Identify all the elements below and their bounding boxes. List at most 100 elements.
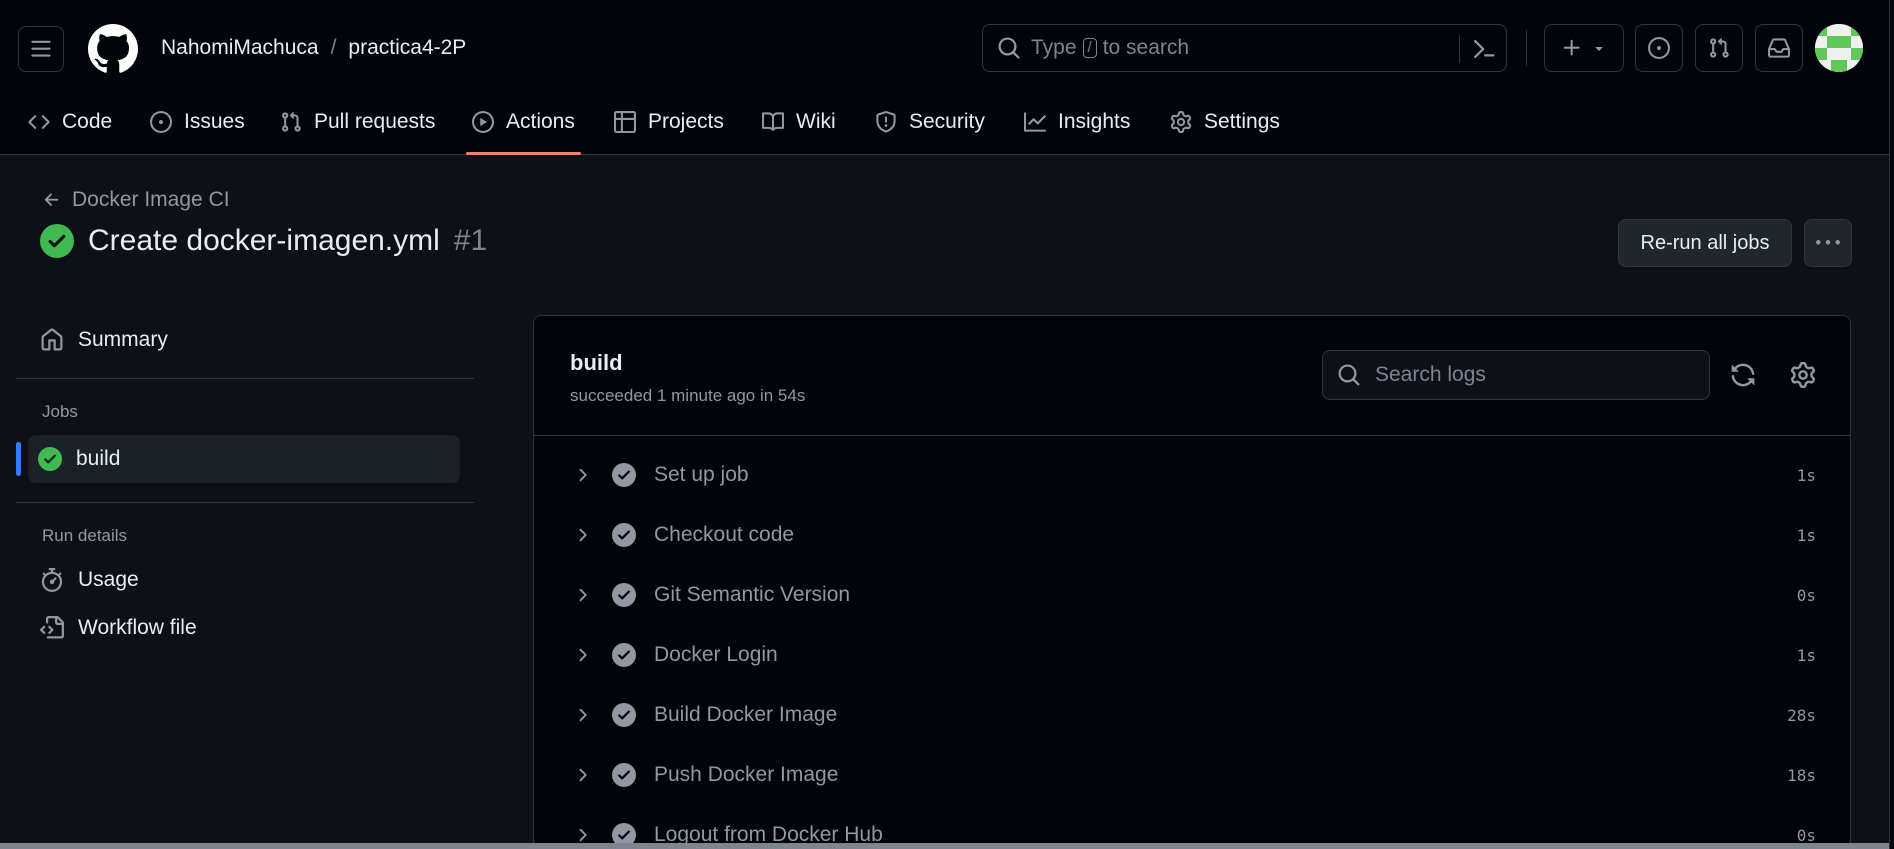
rerun-all-jobs-button[interactable]: Re-run all jobs [1618, 219, 1792, 267]
job-step-row[interactable]: Checkout code 1s [534, 505, 1850, 565]
repo-tabs: Code Issues Pull requests Actions Projec… [0, 98, 1889, 155]
tab-wiki[interactable]: Wiki [748, 98, 850, 146]
sync-icon[interactable] [1730, 362, 1756, 388]
chevron-right-icon [579, 528, 587, 542]
step-duration: 1s [1796, 645, 1816, 665]
tab-security[interactable]: Security [861, 98, 999, 146]
global-search-input[interactable]: Type / to search [982, 24, 1507, 72]
tab-insights[interactable]: Insights [1010, 98, 1144, 146]
owner-link[interactable]: NahomiMachuca [161, 36, 319, 60]
sidebar-item-usage[interactable]: Usage [30, 556, 460, 604]
step-name: Git Semantic Version [654, 583, 851, 606]
job-header: build succeeded 1 minute ago in 54s Sear… [534, 316, 1850, 436]
tab-actions[interactable]: Actions [458, 98, 589, 155]
menu-button[interactable] [18, 26, 64, 72]
stopwatch-icon [41, 568, 63, 592]
search-shortcut-key: / [1082, 38, 1097, 58]
tab-label: Code [62, 110, 113, 133]
check-circle-fill-icon [612, 763, 636, 787]
tab-code[interactable]: Code [14, 98, 126, 146]
arrow-left-icon [44, 193, 59, 206]
code-icon [28, 115, 50, 129]
check-circle-fill-icon [612, 583, 636, 607]
home-icon [41, 328, 63, 351]
run-title-row: Create docker-imagen.yml #1 [40, 224, 487, 258]
step-name: Push Docker Image [654, 763, 839, 786]
tab-label: Settings [1204, 110, 1280, 133]
tab-issues[interactable]: Issues [136, 98, 259, 146]
step-duration: 28s [1787, 705, 1816, 725]
search-icon [1338, 364, 1360, 386]
step-name: Set up job [654, 463, 749, 486]
your-issues-button[interactable] [1635, 24, 1683, 72]
tab-pull-requests[interactable]: Pull requests [266, 98, 449, 146]
sidebar-item-build[interactable]: build [28, 435, 460, 483]
job-step-row[interactable]: Git Semantic Version 0s [534, 565, 1850, 625]
search-logs-input[interactable]: Search logs [1322, 350, 1710, 400]
check-circle-fill-icon [612, 463, 636, 487]
command-palette-icon[interactable] [1472, 37, 1496, 61]
chevron-right-icon [579, 708, 587, 722]
gear-icon[interactable] [1790, 362, 1816, 388]
search-prefix: Type [1031, 36, 1077, 59]
step-duration: 1s [1796, 465, 1816, 485]
git-pull-request-icon [1710, 37, 1729, 58]
hamburger-icon [31, 40, 51, 57]
user-avatar[interactable] [1815, 24, 1863, 72]
check-circle-fill-icon [40, 224, 74, 258]
scrollbar[interactable] [1889, 0, 1894, 849]
tab-label: Actions [506, 110, 575, 133]
kebab-horizontal-icon [1816, 240, 1840, 245]
search-suffix: to search [1102, 36, 1190, 59]
step-name: Build Docker Image [654, 703, 838, 726]
sidebar-divider [16, 502, 474, 503]
chevron-right-icon [579, 588, 587, 602]
file-code-icon [40, 616, 64, 639]
sidebar-item-summary[interactable]: Summary [30, 316, 460, 364]
job-title: build [570, 350, 623, 375]
create-new-button[interactable] [1544, 24, 1624, 72]
tab-label: Pull requests [314, 110, 436, 133]
job-step-row[interactable]: Build Docker Image 28s [534, 685, 1850, 745]
search-placeholder: Search logs [1375, 363, 1486, 386]
inbox-icon [1768, 38, 1790, 58]
chevron-right-icon [579, 468, 587, 482]
your-pull-requests-button[interactable] [1695, 24, 1743, 72]
sidebar-item-workflow-file[interactable]: Workflow file [30, 604, 460, 652]
notifications-button[interactable] [1755, 24, 1803, 72]
github-logo-icon[interactable] [88, 24, 138, 74]
job-step-row[interactable]: Set up job 1s [534, 445, 1850, 505]
sidebar-item-label: Usage [78, 568, 139, 591]
step-duration: 0s [1796, 585, 1816, 605]
job-step-row[interactable]: Docker Login 1s [534, 625, 1850, 685]
more-options-button[interactable] [1804, 219, 1852, 267]
back-to-workflow-link[interactable]: Docker Image CI [42, 188, 230, 212]
check-circle-fill-icon [612, 523, 636, 547]
tab-settings[interactable]: Settings [1156, 98, 1294, 146]
tab-label: Security [909, 110, 985, 133]
issue-opened-icon [150, 111, 172, 133]
gear-icon [1170, 111, 1192, 133]
book-icon [762, 112, 784, 131]
play-icon [472, 111, 494, 133]
graph-icon [1024, 112, 1046, 132]
chevron-right-icon [579, 768, 587, 782]
tab-projects[interactable]: Projects [600, 98, 738, 146]
step-name: Checkout code [654, 523, 795, 546]
run-details-heading: Run details [42, 526, 128, 545]
global-topbar: NahomiMachuca / practica4-2P Type / to s… [0, 0, 1889, 98]
step-duration: 18s [1787, 765, 1816, 785]
git-pull-request-icon [282, 111, 301, 132]
sidebar-item-label: Workflow file [78, 616, 197, 639]
job-step-row[interactable]: Push Docker Image 18s [534, 745, 1850, 805]
tab-label: Insights [1058, 110, 1131, 133]
identicon-icon [1815, 24, 1863, 72]
run-number: #1 [453, 224, 488, 257]
step-name: Docker Login [654, 643, 778, 666]
triangle-down-icon [1595, 47, 1603, 51]
header-divider [1526, 30, 1527, 66]
breadcrumb-separator: / [330, 36, 337, 59]
repo-link[interactable]: practica4-2P [348, 36, 466, 60]
window-bottom-edge [0, 843, 1894, 849]
sidebar-item-label: Summary [78, 328, 168, 351]
